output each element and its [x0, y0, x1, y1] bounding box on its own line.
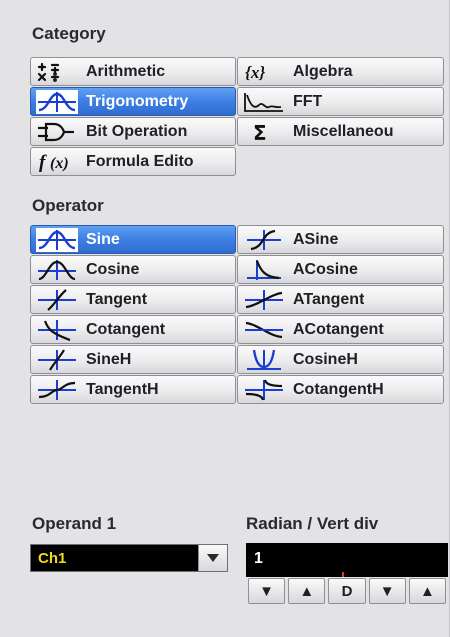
cosine-icon — [36, 259, 78, 281]
category-algebra-label: Algebra — [293, 62, 353, 80]
category-fft-button[interactable]: FFT — [237, 87, 444, 116]
tangenth-icon — [36, 379, 78, 401]
operand1-value: Ch1 — [38, 550, 67, 567]
coarse-decrement-button[interactable]: ▼ — [248, 578, 286, 604]
svg-text:f: f — [39, 152, 47, 173]
cosineh-icon — [243, 349, 285, 371]
operator-sineh-button[interactable]: SineH — [30, 345, 236, 374]
operator-acotangent-label: ACotangent — [293, 320, 384, 338]
operator-sineh-label: SineH — [86, 350, 132, 368]
cotangenth-icon — [243, 379, 285, 401]
operator-sine-label: Sine — [86, 230, 120, 248]
operator-acosine-label: ACosine — [293, 260, 358, 278]
operator-cosineh-label: CosineH — [293, 350, 358, 368]
operator-asine-label: ASine — [293, 230, 339, 248]
sigma-icon: Σ — [243, 121, 285, 143]
category-arithmetic-button[interactable]: Arithmetic — [30, 57, 236, 86]
radian-stepper: ▼ ▲ D ▼ ▲ — [248, 578, 447, 604]
radian-heading: Radian / Vert div — [246, 514, 379, 533]
category-miscellaneous-label: Miscellaneou — [293, 122, 394, 140]
category-bit-operation-label: Bit Operation — [86, 122, 188, 140]
operator-acosine-button[interactable]: ACosine — [237, 255, 444, 284]
variable-x-icon: {x} — [243, 61, 285, 83]
chevron-down-icon[interactable] — [198, 545, 227, 571]
cursor-tick — [342, 572, 344, 577]
sineh-icon — [36, 348, 78, 371]
operator-tangent-button[interactable]: Tangent — [30, 285, 236, 314]
fine-decrement-button[interactable]: ▼ — [368, 578, 406, 604]
category-trigonometry-label: Trigonometry — [86, 92, 189, 110]
operator-atangent-button[interactable]: ATangent — [237, 285, 444, 314]
category-heading: Category — [32, 24, 106, 43]
category-arithmetic-label: Arithmetic — [86, 62, 166, 80]
operator-acotangent-button[interactable]: ACotangent — [237, 315, 444, 344]
cotangent-icon — [36, 319, 78, 341]
operand1-dropdown[interactable]: Ch1 — [30, 544, 228, 572]
radian-value: 1 — [254, 550, 263, 567]
tangent-icon — [36, 288, 78, 311]
category-bit-operation-button[interactable]: Bit Operation — [30, 117, 236, 146]
atangent-icon — [243, 289, 285, 311]
sine-wave-icon — [36, 89, 78, 114]
coarse-increment-button[interactable]: ▲ — [288, 578, 326, 604]
operator-tangenth-button[interactable]: TangentH — [30, 375, 236, 404]
operator-cosine-button[interactable]: Cosine — [30, 255, 236, 284]
acotangent-icon — [243, 319, 285, 341]
operator-tangent-label: Tangent — [86, 290, 148, 308]
operator-heading: Operator — [32, 196, 104, 215]
operator-cotangent-button[interactable]: Cotangent — [30, 315, 236, 344]
default-button[interactable]: D — [328, 578, 366, 604]
fine-increment-button[interactable]: ▲ — [408, 578, 447, 604]
svg-text:{x}: {x} — [245, 63, 265, 82]
operator-sine-button[interactable]: Sine — [30, 225, 236, 254]
svg-text:(x): (x) — [50, 155, 69, 172]
operator-tangenth-label: TangentH — [86, 380, 159, 398]
math-function-panel: Category Arithmetic {x} Algebra Trigonom… — [0, 0, 450, 637]
operator-atangent-label: ATangent — [293, 290, 365, 308]
operator-cotangent-label: Cotangent — [86, 320, 166, 338]
category-trigonometry-button[interactable]: Trigonometry — [30, 87, 236, 116]
radian-input[interactable]: 1 — [246, 543, 448, 577]
asine-icon — [243, 229, 285, 251]
operand1-heading: Operand 1 — [32, 514, 117, 533]
category-fft-label: FFT — [293, 92, 323, 110]
category-algebra-button[interactable]: {x} Algebra — [237, 57, 444, 86]
category-formula-editor-label: Formula Edito — [86, 152, 194, 170]
operator-cosineh-button[interactable]: CosineH — [237, 345, 444, 374]
function-fx-icon: f (x) — [36, 151, 78, 173]
operator-cosine-label: Cosine — [86, 260, 140, 278]
sine-icon — [36, 227, 78, 252]
operator-cotangenth-label: CotangentH — [293, 380, 384, 398]
operator-cotangenth-button[interactable]: CotangentH — [237, 375, 444, 404]
plus-minus-icon — [36, 61, 78, 83]
operator-asine-button[interactable]: ASine — [237, 225, 444, 254]
acosine-icon — [243, 259, 285, 281]
fft-spectrum-icon — [243, 91, 285, 113]
category-miscellaneous-button[interactable]: Σ Miscellaneou — [237, 117, 444, 146]
logic-gate-icon — [36, 121, 78, 143]
svg-text:Σ: Σ — [253, 121, 267, 143]
category-formula-editor-button[interactable]: f (x) Formula Edito — [30, 147, 236, 176]
